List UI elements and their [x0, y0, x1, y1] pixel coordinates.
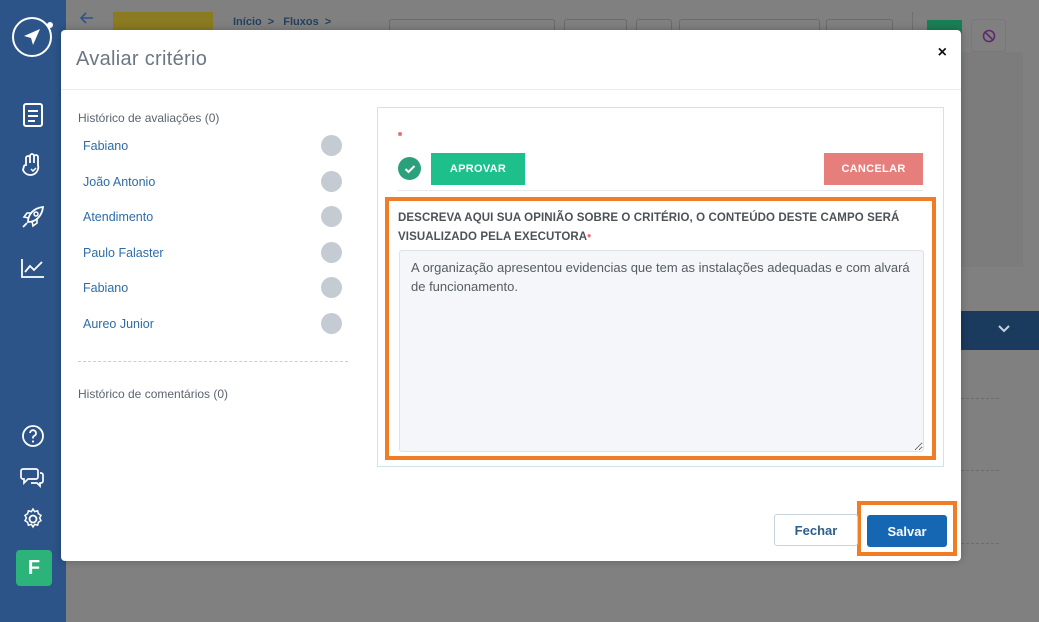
sidebar: F	[0, 0, 66, 622]
flow-thumbnail	[113, 12, 213, 30]
list-item: Aureo Junior	[83, 312, 343, 350]
evaluation-status-indicator	[321, 170, 342, 192]
divider	[78, 361, 348, 362]
required-marker	[398, 132, 402, 136]
save-button-highlight: Salvar	[857, 501, 957, 556]
required-marker: •	[587, 231, 592, 243]
opinion-label: DESCREVA AQUI SUA OPINIÃO SOBRE O CRITÉR…	[398, 212, 900, 243]
list-item: Paulo Falaster	[83, 241, 343, 279]
opinion-field-highlight: DESCREVA AQUI SUA OPINIÃO SOBRE O CRITÉR…	[385, 197, 936, 460]
close-icon[interactable]: ×	[938, 44, 947, 62]
evaluator-name[interactable]: Paulo Falaster	[83, 246, 164, 260]
background-panel	[961, 52, 1023, 267]
evaluation-history-label: Histórico de avaliações (0)	[78, 111, 220, 125]
breadcrumb-item[interactable]: Fluxos	[283, 16, 318, 28]
evaluation-status-indicator	[321, 241, 342, 263]
evaluator-name[interactable]: Fabiano	[83, 139, 128, 153]
chart-line-icon[interactable]	[19, 254, 47, 282]
gear-icon[interactable]	[19, 505, 47, 533]
hand-heart-icon[interactable]	[19, 152, 47, 180]
evaluator-name[interactable]: João Antonio	[83, 175, 155, 189]
evaluation-status-indicator	[321, 277, 342, 299]
cancel-evaluation-button[interactable]: CANCELAR	[824, 153, 923, 185]
check-icon	[398, 157, 421, 180]
comments-history-label: Histórico de comentários (0)	[78, 387, 229, 401]
opinion-textarea[interactable]: A organização apresentou evidencias que …	[399, 250, 924, 452]
approve-button[interactable]: APROVAR	[431, 153, 525, 185]
list-item: Fabiano	[83, 277, 343, 314]
list-item: Fabiano	[83, 135, 343, 172]
help-icon[interactable]	[19, 422, 47, 450]
arrow-left-icon[interactable]	[79, 11, 94, 29]
block-icon	[971, 19, 1006, 52]
chat-icon[interactable]	[19, 463, 47, 491]
list-item: João Antonio	[83, 170, 343, 208]
breadcrumb-item[interactable]: Início	[233, 16, 262, 28]
rocket-icon[interactable]	[19, 203, 47, 231]
evaluator-list: Fabiano João Antonio Atendimento Paulo F…	[83, 135, 343, 350]
chevron-down-icon	[997, 321, 1011, 339]
evaluator-name[interactable]: Aureo Junior	[83, 317, 154, 331]
compass-logo[interactable]	[12, 17, 53, 57]
background-section-header	[961, 311, 1039, 350]
evaluation-status-indicator	[321, 206, 342, 228]
evaluator-name[interactable]: Fabiano	[83, 281, 128, 295]
evaluation-status-indicator	[321, 135, 342, 156]
modal-title: Avaliar critério	[76, 48, 208, 70]
list-item: Atendimento	[83, 206, 343, 243]
evaluation-status-indicator	[321, 312, 342, 334]
evaluator-name[interactable]: Atendimento	[83, 210, 153, 224]
avatar[interactable]: F	[16, 550, 52, 586]
save-button[interactable]: Salvar	[867, 515, 947, 547]
document-icon[interactable]	[19, 101, 47, 129]
breadcrumb: Início > Fluxos >	[233, 16, 332, 28]
close-button[interactable]: Fechar	[774, 514, 858, 546]
